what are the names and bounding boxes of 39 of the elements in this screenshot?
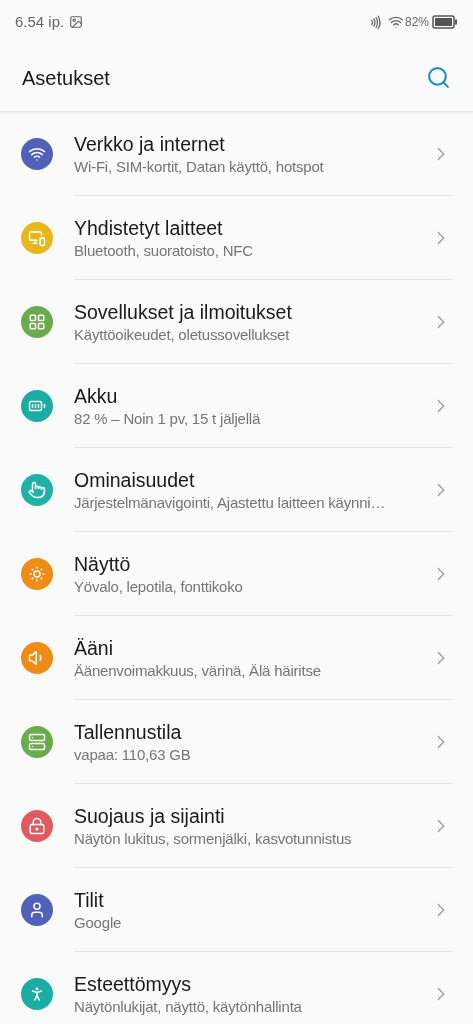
settings-item[interactable]: Akku 82 % – Noin 1 pv, 15 t jäljellä xyxy=(0,364,473,448)
item-subtitle: Näytönlukijat, näyttö, käytönhallinta xyxy=(74,996,303,1017)
settings-item[interactable]: Tallennustila vapaa: 110,63 GB xyxy=(0,700,473,784)
item-subtitle: Wi-Fi, SIM-kortit, Datan käyttö, hotspot xyxy=(74,156,325,177)
item-title: Yhdistetyt laitteet xyxy=(74,215,224,241)
item-title: Tallennustila xyxy=(74,719,183,745)
item-subtitle: 82 % – Noin 1 pv, 15 t jäljellä xyxy=(74,408,262,429)
item-subtitle: vapaa: 110,63 GB xyxy=(74,744,192,765)
settings-item[interactable]: Tilit Google xyxy=(0,868,473,952)
item-subtitle: Yövalo, lepotila, fonttikoko xyxy=(74,576,244,597)
settings-item[interactable]: Sovellukset ja ilmoitukset Käyttöoikeudet, oletussovellukset xyxy=(0,280,473,364)
settings-item[interactable]: Näyttö Yövalo, lepotila, fonttikoko xyxy=(0,532,473,616)
item-title: Sovellukset ja ilmoitukset xyxy=(74,299,293,325)
item-title: Ominaisuudet xyxy=(74,467,196,493)
battery-percent: 82% xyxy=(404,14,429,31)
battery-icon xyxy=(432,15,458,29)
settings-item[interactable]: Esteettömyys Näytönlukijat, näyttö, käytönhallinta xyxy=(0,952,473,1024)
item-title: Verkko ja internet xyxy=(74,131,226,157)
settings-item[interactable]: Ääni Äänenvoimakkuus, värinä, Älä häiritse xyxy=(0,616,473,700)
item-subtitle: Bluetooth, suoratoisto, NFC xyxy=(74,240,254,261)
settings-item[interactable]: Yhdistetyt laitteet Bluetooth, suoratoisto, NFC xyxy=(0,196,473,280)
settings-item[interactable]: Verkko ja internet Wi-Fi, SIM-kortit, Datan käyttö, hotspot xyxy=(0,112,473,196)
item-title: Ääni xyxy=(74,635,115,661)
page-title: Asetukset xyxy=(22,65,111,91)
wifi-signal-icon xyxy=(387,14,404,30)
item-title: Esteettömyys xyxy=(74,971,193,997)
image-icon xyxy=(69,15,84,29)
item-title: Suojaus ja sijainti xyxy=(74,803,226,829)
settings-item[interactable]: Suojaus ja sijainti Näytön lukitus, sormenjälki, kasvotunnistus xyxy=(0,784,473,868)
item-title: Näyttö xyxy=(74,551,132,577)
item-subtitle: Järjestelmänavigointi, Ajastettu laitteen käynni… xyxy=(74,492,387,513)
status-time: 6.54 ip. xyxy=(15,11,65,32)
item-title: Tilit xyxy=(74,887,105,913)
item-subtitle: Näytön lukitus, sormenjälki, kasvotunnistus xyxy=(74,828,353,849)
item-title: Akku xyxy=(74,383,119,409)
settings-item[interactable]: Ominaisuudet Järjestelmänavigointi, Ajastettu laitteen käynni… xyxy=(0,448,473,532)
item-subtitle: Google xyxy=(74,912,123,933)
item-subtitle: Äänenvoimakkuus, värinä, Älä häiritse xyxy=(74,660,322,681)
item-subtitle: Käyttöoikeudet, oletussovellukset xyxy=(74,324,291,345)
